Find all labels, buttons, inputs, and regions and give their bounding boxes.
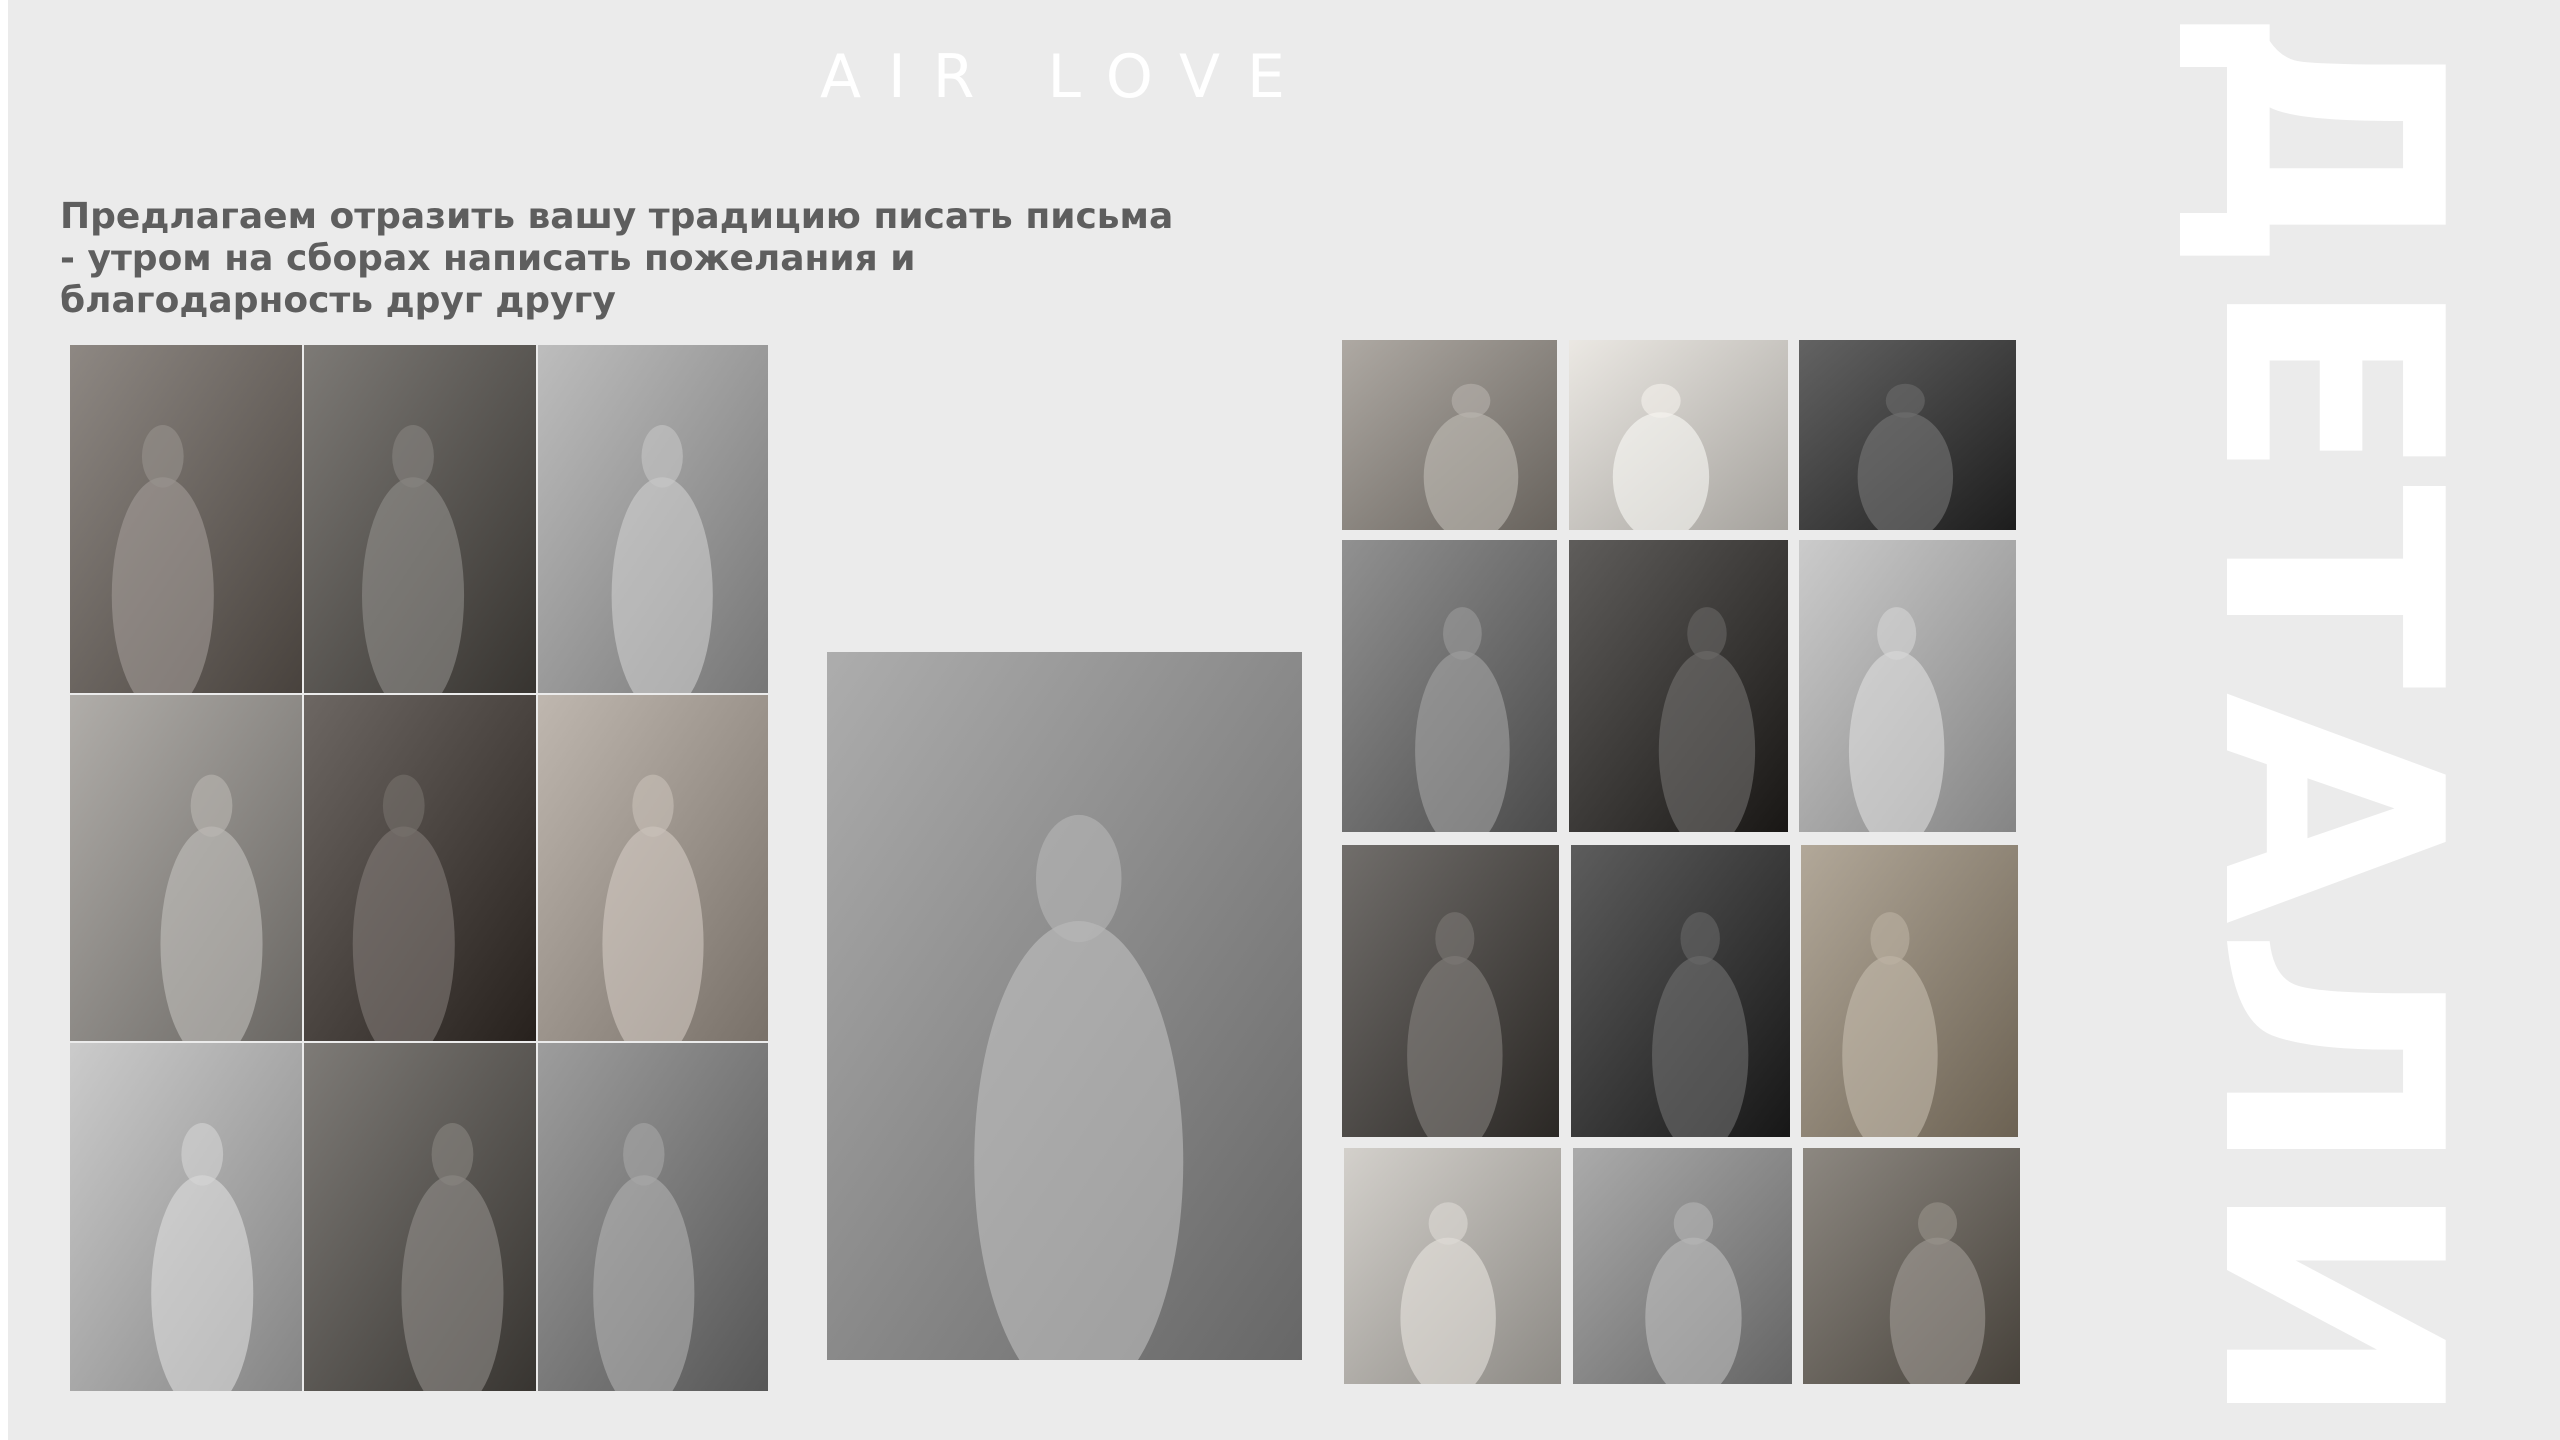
photo-groom-and-bride-doorway-image — [827, 652, 1302, 1360]
intro-line: благодарность друг другу — [60, 280, 616, 321]
photo-satin-fabric-image — [1569, 340, 1788, 530]
intro-text: Предлагаем отразить вашу традицию писать… — [60, 196, 1280, 322]
photo-champagne-glasses-image — [304, 1043, 536, 1391]
photo-couple-kiss-doorway-image — [304, 695, 536, 1041]
photo-bride-in-room-image — [1799, 340, 2016, 530]
photo-champagne-glasses — [304, 1043, 536, 1391]
left-edge-strip — [0, 0, 8, 1440]
photo-corset-closeup-bw-image — [1573, 1148, 1792, 1384]
photo-satin-fabric — [1569, 340, 1788, 530]
photo-bride-lamp-bouquet-image — [1801, 845, 2018, 1137]
photo-bride-portrait-bw — [70, 1043, 302, 1391]
photo-bride-seated-bw-image — [1342, 540, 1557, 832]
side-title: ДЕТАЛИ — [2160, 0, 2500, 1440]
photo-bride-reading-letter-image — [538, 695, 768, 1041]
photo-couple-hugging-bw-image — [538, 1043, 768, 1391]
intro-line: Предлагаем отразить вашу традицию писать… — [60, 196, 1174, 237]
photo-flowers-accessories-image — [1344, 1148, 1561, 1384]
photo-bride-portrait-bw-image — [70, 1043, 302, 1391]
photo-bride-standing-bouquet — [1803, 1148, 2020, 1384]
photo-groom-and-bride-doorway — [827, 652, 1302, 1360]
photo-jewelry-details — [1569, 540, 1788, 832]
photo-corset-dress — [1799, 540, 2016, 832]
photo-corset-dress-image — [1799, 540, 2016, 832]
photo-bride-veil-bw — [1571, 845, 1790, 1137]
photo-groom-reading-letter — [70, 345, 302, 693]
photo-couple-kissing-bed — [70, 695, 302, 1041]
photo-bride-standing-bouquet-image — [1803, 1148, 2020, 1384]
photo-rings-and-note-image — [304, 345, 536, 693]
side-title-text: ДЕТАЛИ — [2160, 6, 2500, 1434]
photo-jewelry-details-image — [1569, 540, 1788, 832]
photo-groom-reading-letter-image — [70, 345, 302, 693]
photo-bride-hair-bun-image — [1342, 845, 1559, 1137]
photo-bride-reading-letter — [538, 695, 768, 1041]
photo-white-bouquet-image — [1342, 340, 1557, 530]
photo-couple-kissing-bed-image — [70, 695, 302, 1041]
photo-bride-veil-bw-image — [1571, 845, 1790, 1137]
photo-flowers-accessories — [1344, 1148, 1561, 1384]
photo-bride-in-room — [1799, 340, 2016, 530]
photo-couple-hugging-bw — [538, 1043, 768, 1391]
photo-couple-embracing-window — [538, 345, 768, 693]
brand-title: AIR LOVE — [820, 42, 1312, 112]
photo-white-bouquet — [1342, 340, 1557, 530]
photo-bride-hair-bun — [1342, 845, 1559, 1137]
photo-bride-lamp-bouquet — [1801, 845, 2018, 1137]
photo-rings-and-note — [304, 345, 536, 693]
photo-corset-closeup-bw — [1573, 1148, 1792, 1384]
photo-couple-kiss-doorway — [304, 695, 536, 1041]
intro-line: - утром на сборах написать пожелания и — [60, 238, 916, 279]
photo-couple-embracing-window-image — [538, 345, 768, 693]
photo-bride-seated-bw — [1342, 540, 1557, 832]
